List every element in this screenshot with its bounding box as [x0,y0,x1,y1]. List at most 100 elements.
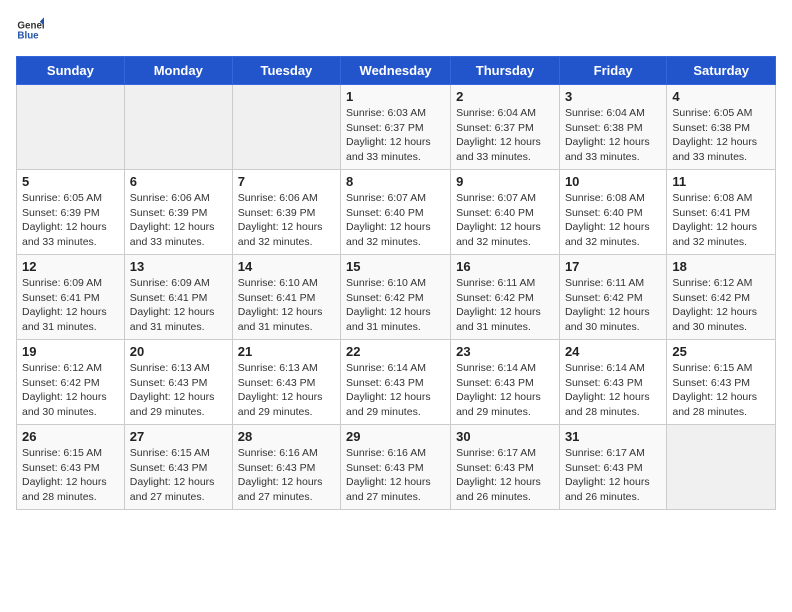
calendar-cell: 17Sunrise: 6:11 AMSunset: 6:42 PMDayligh… [559,255,666,340]
calendar-cell: 1 Sunrise: 6:03 AMSunset: 6:37 PMDaylight… [341,85,451,170]
dow-header: Friday [559,57,666,85]
day-info: Sunrise: 6:14 AMSunset: 6:43 PMDaylight:… [346,361,445,420]
dow-header: Sunday [17,57,125,85]
calendar-cell: 4 Sunrise: 6:05 AMSunset: 6:38 PMDaylight… [667,85,776,170]
day-number: 8 [346,174,445,189]
day-number: 29 [346,429,445,444]
day-info: Sunrise: 6:10 AMSunset: 6:42 PMDaylight:… [346,276,445,335]
day-info: Sunrise: 6:09 AMSunset: 6:41 PMDaylight:… [22,276,119,335]
day-number: 27 [130,429,227,444]
day-info: Sunrise: 6:17 AMSunset: 6:43 PMDaylight:… [565,446,661,505]
day-info: Sunrise: 6:15 AMSunset: 6:43 PMDaylight:… [672,361,770,420]
calendar-cell: 23 Sunrise: 6:14 AMSunset: 6:43 PMDayligh… [451,340,560,425]
day-info: Sunrise: 6:15 AMSunset: 6:43 PMDaylight:… [130,446,227,505]
day-number: 15 [346,259,445,274]
day-number: 23 [456,344,554,359]
day-info: Sunrise: 6:13 AMSunset: 6:43 PMDaylight:… [238,361,335,420]
calendar-cell: 18Sunrise: 6:12 AMSunset: 6:42 PMDayligh… [667,255,776,340]
day-number: 21 [238,344,335,359]
calendar-header: SundayMondayTuesdayWednesdayThursdayFrid… [17,57,776,85]
calendar-cell: 31 Sunrise: 6:17 AMSunset: 6:43 PMDayligh… [559,425,666,510]
day-info: Sunrise: 6:16 AMSunset: 6:43 PMDaylight:… [346,446,445,505]
day-number: 6 [130,174,227,189]
day-number: 13 [130,259,227,274]
calendar-cell: 22 Sunrise: 6:14 AMSunset: 6:43 PMDayligh… [341,340,451,425]
day-number: 17 [565,259,661,274]
day-number: 22 [346,344,445,359]
calendar-cell: 29 Sunrise: 6:16 AMSunset: 6:43 PMDayligh… [341,425,451,510]
day-number: 4 [672,89,770,104]
dow-header: Thursday [451,57,560,85]
day-info: Sunrise: 6:09 AMSunset: 6:41 PMDaylight:… [130,276,227,335]
day-info: Sunrise: 6:13 AMSunset: 6:43 PMDaylight:… [130,361,227,420]
day-info: Sunrise: 6:11 AMSunset: 6:42 PMDaylight:… [456,276,554,335]
day-info: Sunrise: 6:14 AMSunset: 6:43 PMDaylight:… [565,361,661,420]
day-number: 5 [22,174,119,189]
day-number: 9 [456,174,554,189]
day-number: 2 [456,89,554,104]
calendar-cell: 19 Sunrise: 6:12 AMSunset: 6:42 PMDayligh… [17,340,125,425]
logo-icon: General Blue [16,16,44,44]
calendar-cell [17,85,125,170]
day-info: Sunrise: 6:05 AMSunset: 6:39 PMDaylight:… [22,191,119,250]
calendar-cell: 7 Sunrise: 6:06 AMSunset: 6:39 PMDaylight… [232,170,340,255]
calendar-cell: 15 Sunrise: 6:10 AMSunset: 6:42 PMDayligh… [341,255,451,340]
day-number: 30 [456,429,554,444]
day-number: 3 [565,89,661,104]
day-number: 24 [565,344,661,359]
calendar-cell [667,425,776,510]
day-info: Sunrise: 6:05 AMSunset: 6:38 PMDaylight:… [672,106,770,165]
day-info: Sunrise: 6:08 AMSunset: 6:41 PMDaylight:… [672,191,770,250]
calendar-cell: 27 Sunrise: 6:15 AMSunset: 6:43 PMDayligh… [124,425,232,510]
day-number: 10 [565,174,661,189]
calendar-cell [232,85,340,170]
day-info: Sunrise: 6:12 AMSunset: 6:42 PMDaylight:… [22,361,119,420]
calendar-cell: 20Sunrise: 6:13 AMSunset: 6:43 PMDayligh… [124,340,232,425]
day-number: 7 [238,174,335,189]
day-info: Sunrise: 6:03 AMSunset: 6:37 PMDaylight:… [346,106,445,165]
calendar-cell: 12 Sunrise: 6:09 AMSunset: 6:41 PMDayligh… [17,255,125,340]
calendar-cell: 11 Sunrise: 6:08 AMSunset: 6:41 PMDayligh… [667,170,776,255]
dow-header: Tuesday [232,57,340,85]
calendar-cell: 3 Sunrise: 6:04 AMSunset: 6:38 PMDaylight… [559,85,666,170]
calendar-table: SundayMondayTuesdayWednesdayThursdayFrid… [16,56,776,510]
day-info: Sunrise: 6:06 AMSunset: 6:39 PMDaylight:… [238,191,335,250]
day-info: Sunrise: 6:06 AMSunset: 6:39 PMDaylight:… [130,191,227,250]
day-number: 18 [672,259,770,274]
day-number: 25 [672,344,770,359]
day-info: Sunrise: 6:14 AMSunset: 6:43 PMDaylight:… [456,361,554,420]
dow-header: Monday [124,57,232,85]
calendar-cell: 16 Sunrise: 6:11 AMSunset: 6:42 PMDayligh… [451,255,560,340]
day-info: Sunrise: 6:08 AMSunset: 6:40 PMDaylight:… [565,191,661,250]
dow-header: Saturday [667,57,776,85]
svg-text:Blue: Blue [17,30,39,41]
logo: General Blue [16,16,44,44]
day-info: Sunrise: 6:17 AMSunset: 6:43 PMDaylight:… [456,446,554,505]
day-number: 31 [565,429,661,444]
day-number: 28 [238,429,335,444]
calendar-cell: 28 Sunrise: 6:16 AMSunset: 6:43 PMDayligh… [232,425,340,510]
day-number: 14 [238,259,335,274]
day-number: 11 [672,174,770,189]
day-info: Sunrise: 6:07 AMSunset: 6:40 PMDaylight:… [456,191,554,250]
day-number: 16 [456,259,554,274]
calendar-cell: 14Sunrise: 6:10 AMSunset: 6:41 PMDayligh… [232,255,340,340]
calendar-cell [124,85,232,170]
day-number: 19 [22,344,119,359]
day-number: 1 [346,89,445,104]
calendar-cell: 25 Sunrise: 6:15 AMSunset: 6:43 PMDayligh… [667,340,776,425]
calendar-cell: 6 Sunrise: 6:06 AMSunset: 6:39 PMDaylight… [124,170,232,255]
calendar-cell: 26Sunrise: 6:15 AMSunset: 6:43 PMDayligh… [17,425,125,510]
day-info: Sunrise: 6:07 AMSunset: 6:40 PMDaylight:… [346,191,445,250]
calendar-cell: 13 Sunrise: 6:09 AMSunset: 6:41 PMDayligh… [124,255,232,340]
day-number: 12 [22,259,119,274]
page-header: General Blue [16,16,776,44]
calendar-cell: 24 Sunrise: 6:14 AMSunset: 6:43 PMDayligh… [559,340,666,425]
calendar-cell: 8 Sunrise: 6:07 AMSunset: 6:40 PMDaylight… [341,170,451,255]
day-info: Sunrise: 6:04 AMSunset: 6:38 PMDaylight:… [565,106,661,165]
day-info: Sunrise: 6:15 AMSunset: 6:43 PMDaylight:… [22,446,119,505]
calendar-cell: 2 Sunrise: 6:04 AMSunset: 6:37 PMDaylight… [451,85,560,170]
calendar-cell: 9 Sunrise: 6:07 AMSunset: 6:40 PMDaylight… [451,170,560,255]
day-info: Sunrise: 6:16 AMSunset: 6:43 PMDaylight:… [238,446,335,505]
day-info: Sunrise: 6:04 AMSunset: 6:37 PMDaylight:… [456,106,554,165]
